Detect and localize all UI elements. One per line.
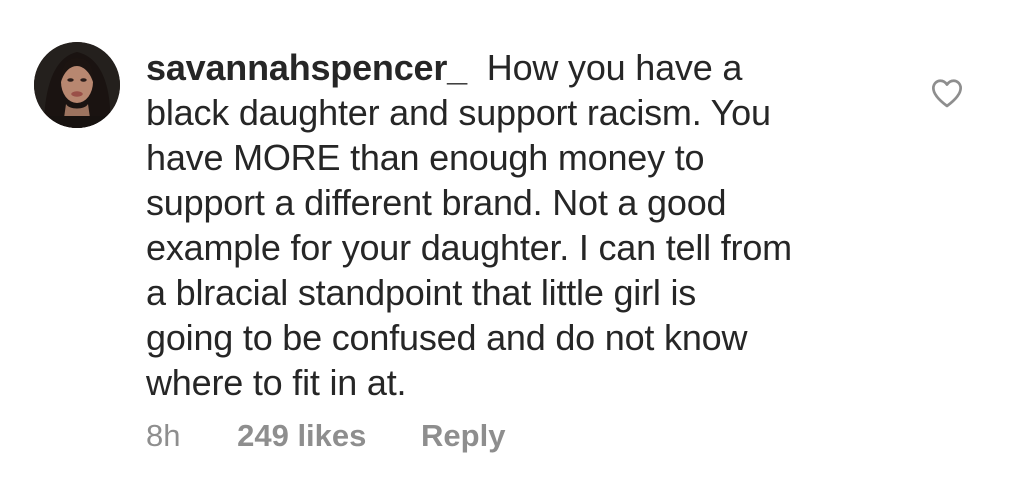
timestamp: 8h (146, 418, 181, 453)
comment-line: a blracial standpoint that little girl i… (146, 272, 697, 313)
comment-line: where to fit in at. (146, 362, 407, 403)
comment-line: going to be confused and do not know (146, 317, 748, 358)
reply-button[interactable]: Reply (421, 416, 505, 456)
comment-line-text: How you have a (486, 47, 743, 88)
comment-text: savannahspencer_ How you have a black da… (146, 45, 906, 405)
likes-count-button[interactable]: 249 likes (237, 416, 366, 456)
comment-line: support a different brand. Not a good (146, 182, 727, 223)
heart-icon[interactable] (930, 78, 964, 108)
comment-line: have MORE than enough money to (146, 137, 705, 178)
avatar[interactable] (34, 42, 120, 128)
comment-line: example for your daughter. I can tell fr… (146, 227, 792, 268)
comment-meta: 8h 249 likes Reply (146, 416, 505, 456)
comment-line: savannahspencer_ How you have a (146, 45, 906, 90)
comment-item: savannahspencer_ How you have a black da… (0, 0, 1024, 496)
username-link[interactable]: savannahspencer_ (146, 47, 467, 88)
comment-line: black daughter and support racism. You (146, 92, 771, 133)
